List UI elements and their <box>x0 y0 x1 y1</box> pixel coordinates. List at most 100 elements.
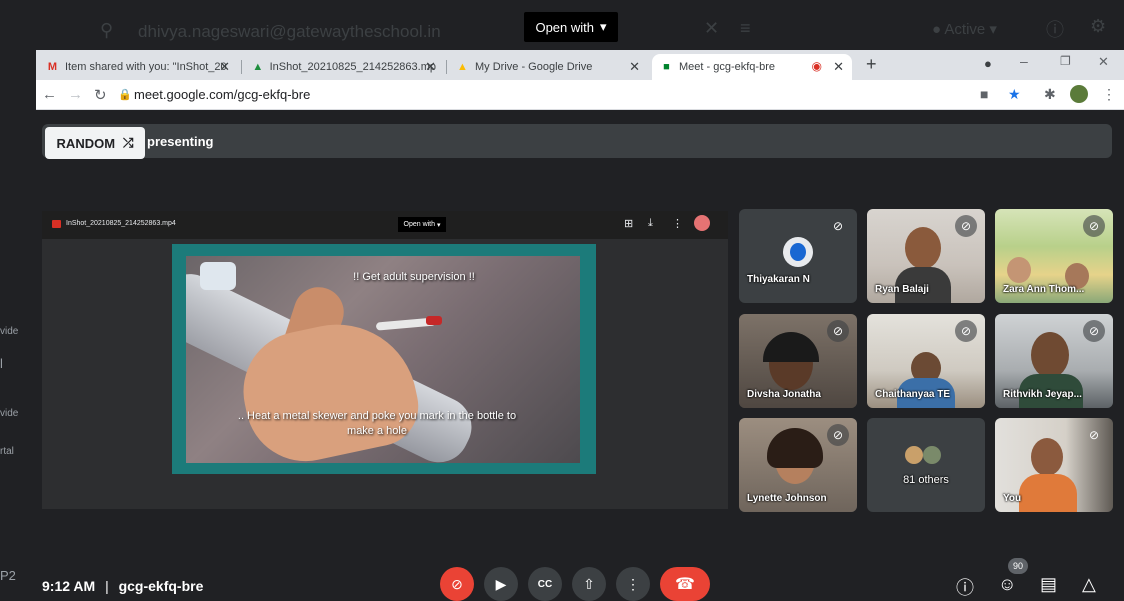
forward-icon[interactable]: → <box>68 86 83 103</box>
mic-off-icon: ⊘ <box>955 320 977 342</box>
close-tab-icon[interactable]: ✕ <box>629 59 640 75</box>
avatar <box>905 446 923 464</box>
open-with-label: Open with <box>535 19 594 35</box>
recording-icon: ◉ <box>811 59 822 73</box>
random-button[interactable]: RANDOM ⤮ <box>45 127 145 159</box>
activities-icon[interactable]: △ <box>1082 574 1096 595</box>
present-icon: ⇧ <box>583 575 595 592</box>
tab-separator <box>446 60 447 74</box>
star-icon[interactable]: ★ <box>1008 86 1021 103</box>
clock: 9:12 AM <box>42 578 96 594</box>
help-icon[interactable]: ⓘ <box>1046 16 1064 42</box>
account-email: dhivya.nageswari@gatewaytheschool.in <box>138 22 441 41</box>
avatar-figure <box>790 243 806 261</box>
close-icon[interactable]: ✕ <box>704 18 719 39</box>
mic-off-icon: ⊘ <box>827 424 849 446</box>
people-count-badge: 90 <box>1008 558 1028 574</box>
tab-inshot[interactable]: ▲ InShot_20210825_214252863.mp ✕ <box>244 54 444 80</box>
address-bar: ← → ↻ 🔒 meet.google.com/gcg-ekfq-bre ■ ★… <box>36 80 1124 110</box>
participant-tile[interactable]: Zara Ann Thom... ⊘ <box>995 209 1113 303</box>
more-icon: ⋮ <box>626 575 640 592</box>
participant-tile[interactable]: Lynette Johnson ⊘ <box>739 418 857 512</box>
background-text-fragment: vide <box>0 326 19 337</box>
participant-name: Lynette Johnson <box>747 493 827 504</box>
close-tab-icon[interactable]: ✕ <box>425 59 436 75</box>
lock-icon: 🔒 <box>118 89 132 101</box>
chat-icon[interactable]: ▤ <box>1040 574 1057 595</box>
self-tile[interactable]: You ⊘ <box>995 418 1113 512</box>
presentation-view: InShot_20210825_214252863.mp4 Open with … <box>42 211 728 509</box>
presenter-avatar <box>694 215 710 231</box>
filter-icon[interactable]: ≡ <box>740 18 751 39</box>
new-tab-icon[interactable]: + <box>866 54 877 75</box>
download-icon: ⤓ <box>648 217 653 229</box>
add-to-drive-icon: ⊞ <box>624 218 634 230</box>
mic-off-icon: ⊘ <box>955 215 977 237</box>
tab-gmail[interactable]: M Item shared with you: "InShot_20 ✕ <box>38 54 238 80</box>
tab-separator <box>241 60 242 74</box>
avatar[interactable] <box>1070 85 1088 103</box>
info-icon[interactable]: ⓘ <box>956 574 974 600</box>
participant-face <box>1031 438 1063 476</box>
reload-icon[interactable]: ↻ <box>94 86 107 104</box>
gear-icon[interactable]: ⚙ <box>1090 16 1106 37</box>
shuffle-icon: ⤮ <box>123 135 134 150</box>
bottle-cap <box>200 262 236 290</box>
tab-title: Meet - gcg-ekfq-bre <box>679 61 775 73</box>
participant-tile[interactable]: Rithvikh Jeyap... ⊘ <box>995 314 1113 408</box>
participant-name: Zara Ann Thom... <box>1003 284 1085 295</box>
tab-search-icon[interactable]: ● <box>984 56 992 71</box>
close-window-icon[interactable]: ✕ <box>1098 54 1109 70</box>
participant-name: Ryan Balaji <box>875 284 929 295</box>
background-text-fragment: P2 <box>0 568 16 583</box>
tab-meet[interactable]: ■ Meet - gcg-ekfq-bre ◉ ✕ <box>652 54 852 80</box>
extensions-icon[interactable]: ✱ <box>1044 86 1056 103</box>
hangup-icon: ☎ <box>675 576 695 593</box>
participant-tile[interactable]: Ryan Balaji ⊘ <box>867 209 985 303</box>
participant-tile[interactable]: Divsha Jonatha ⊘ <box>739 314 857 408</box>
people-icon[interactable]: ☺ <box>998 574 1016 595</box>
captions-button[interactable]: CC <box>528 567 562 601</box>
tab-my-drive[interactable]: ▲ My Drive - Google Drive ✕ <box>448 54 648 80</box>
slide-frame: !! Get adult supervision !! .. Heat a me… <box>172 244 596 474</box>
camera-toggle-button[interactable]: ▶ <box>484 567 518 601</box>
tab-title: My Drive - Google Drive <box>475 61 593 73</box>
minimize-icon[interactable]: – <box>1020 53 1028 69</box>
menu-icon[interactable]: ⋮ <box>1102 86 1116 103</box>
search-icon[interactable]: ⚲ <box>100 20 113 41</box>
video-frame: !! Get adult supervision !! .. Heat a me… <box>186 256 580 463</box>
present-button[interactable]: ⇧ <box>572 567 606 601</box>
status-dropdown[interactable]: ● Active ▾ <box>932 20 997 38</box>
background-text-fragment: l <box>0 356 3 371</box>
caption-bottom: .. Heat a metal skewer and poke you mark… <box>237 410 517 437</box>
participant-face <box>905 227 941 269</box>
presentation-filename: InShot_20210825_214252863.mp4 <box>66 220 176 227</box>
drive-icon: ▲ <box>252 60 264 73</box>
mic-off-icon: ⊘ <box>1083 320 1105 342</box>
video-file-icon <box>52 220 61 228</box>
participant-tile[interactable]: Thiyakaran N ⊘ <box>739 209 857 303</box>
participant-name: Thiyakaran N <box>747 274 810 285</box>
more-options-button[interactable]: ⋮ <box>616 567 650 601</box>
back-icon[interactable]: ← <box>42 86 57 103</box>
separator: | <box>105 578 109 594</box>
others-tile[interactable]: 81 others <box>867 418 985 512</box>
leave-call-button[interactable]: ☎ <box>660 567 710 601</box>
url-field[interactable]: meet.google.com/gcg-ekfq-bre <box>134 87 310 102</box>
presentation-open-with-button: Open with ▾ <box>398 217 446 232</box>
close-tab-icon[interactable]: ✕ <box>833 59 844 75</box>
participant-tile[interactable]: Chaithanyaa TE ⊘ <box>867 314 985 408</box>
close-tab-icon[interactable]: ✕ <box>219 59 230 75</box>
participant-name: Chaithanyaa TE <box>875 389 951 400</box>
camera-icon[interactable]: ■ <box>980 86 988 102</box>
mic-off-icon: ⊘ <box>1088 428 1100 442</box>
restore-icon[interactable]: ❐ <box>1060 54 1071 68</box>
avatar <box>923 446 941 464</box>
mic-toggle-button[interactable]: ⊘ <box>440 567 474 601</box>
participant-name: Rithvikh Jeyap... <box>1003 389 1082 400</box>
open-with-button[interactable]: Open with ▾ <box>524 12 618 42</box>
random-label: RANDOM <box>56 135 116 151</box>
camera-icon: ▶ <box>495 575 507 592</box>
caption-top: !! Get adult supervision !! <box>353 271 475 283</box>
chevron-down-icon: ▾ <box>600 19 607 34</box>
